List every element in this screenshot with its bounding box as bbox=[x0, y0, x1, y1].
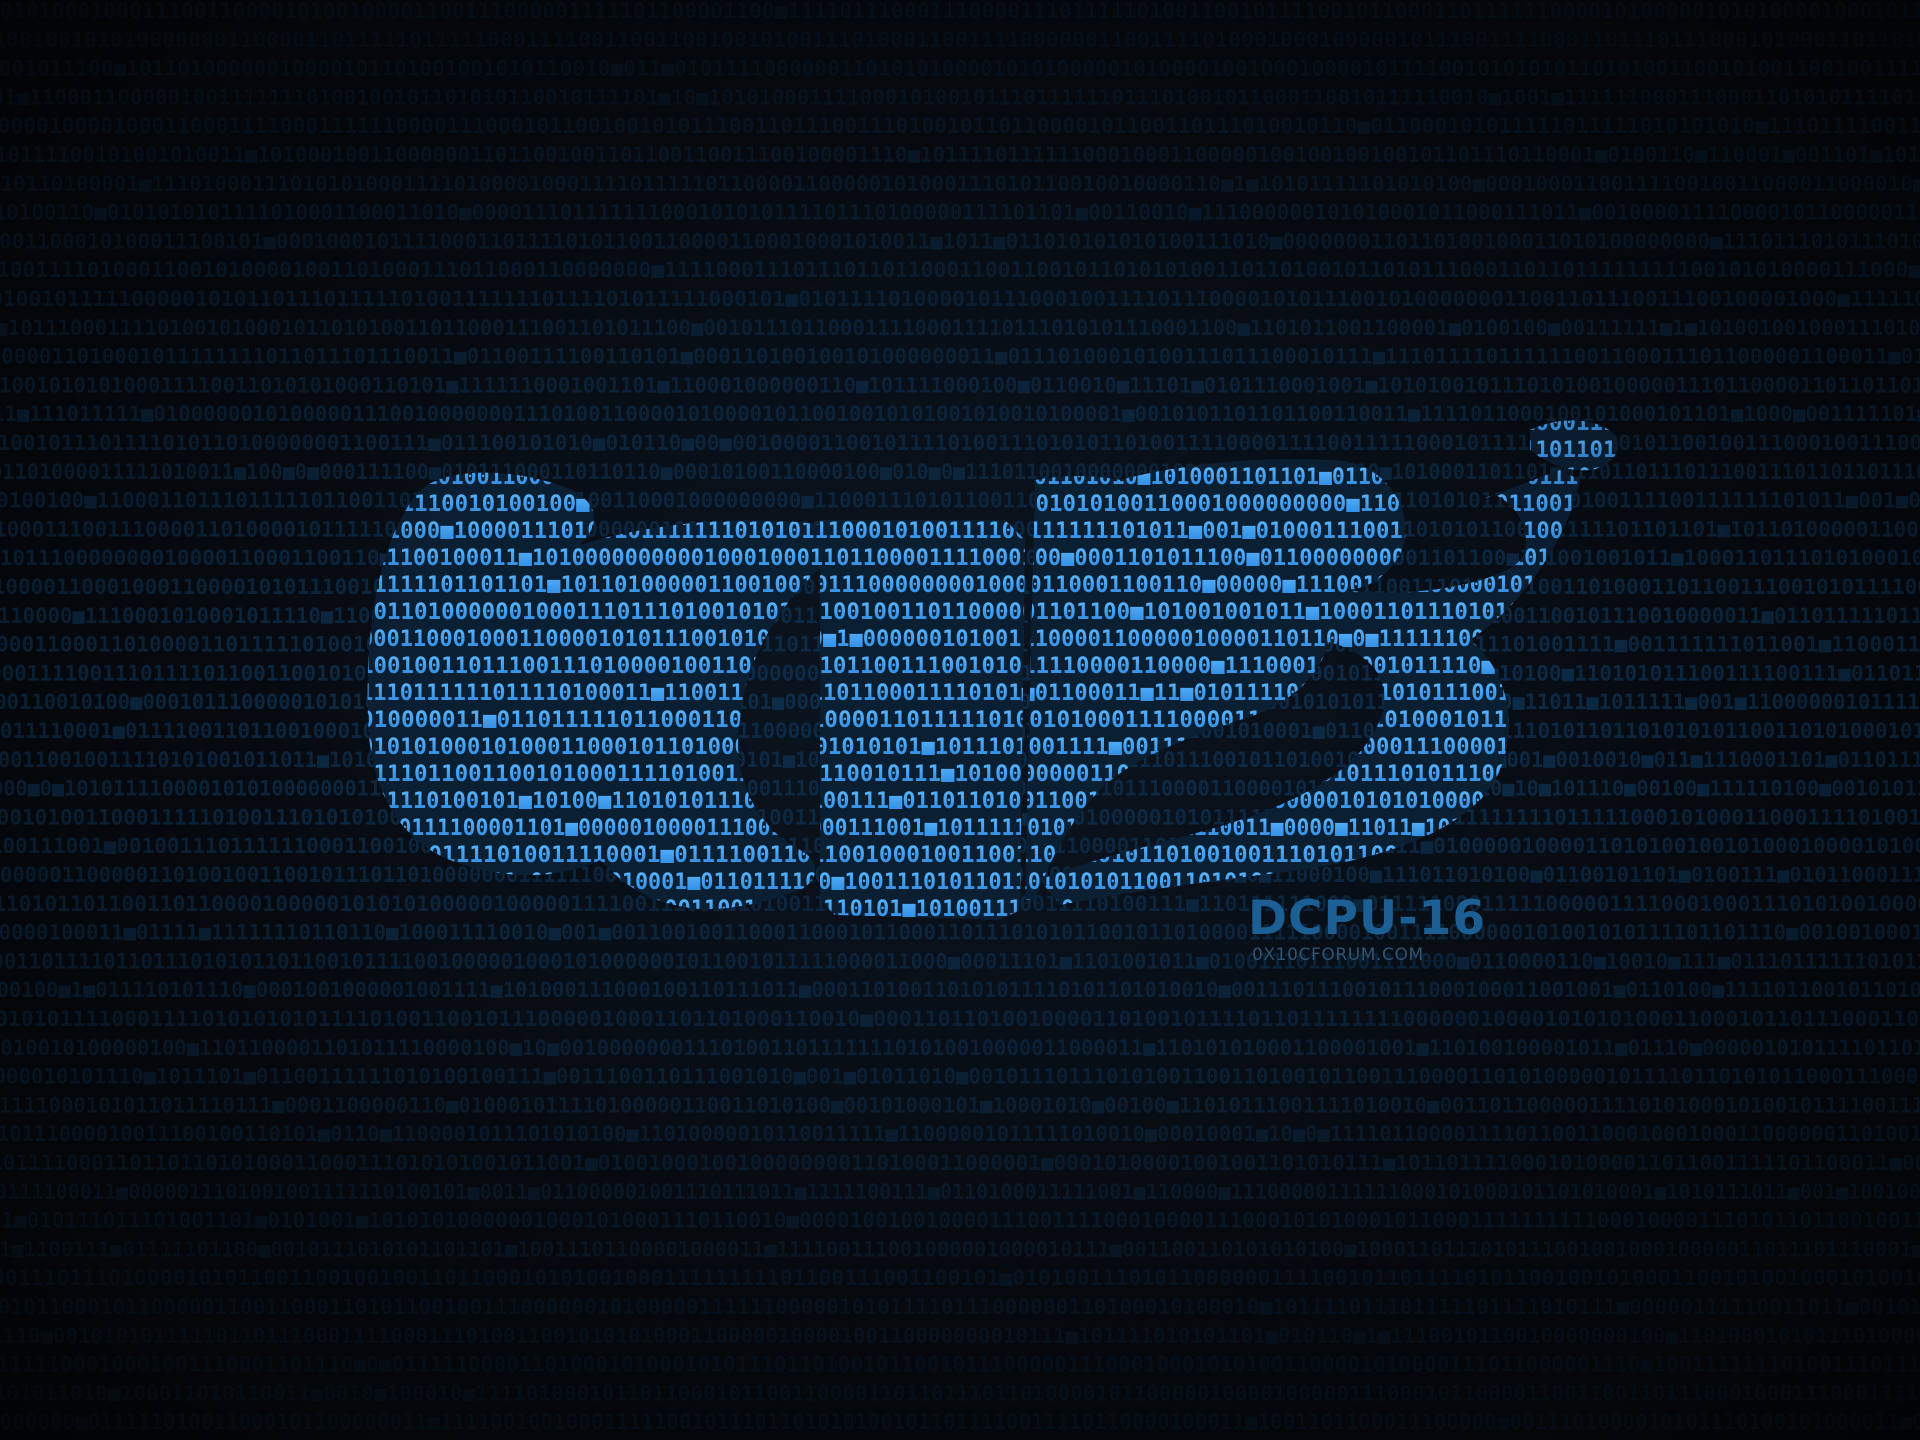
logo-binary-row: 00001010011■01010010011000000000111011■0… bbox=[360, 411, 1630, 436]
wallpaper: 0101000100011100110000101001000011001110… bbox=[0, 0, 1920, 1440]
logo-binary-row: 1101110010100100■11000110111011111011001… bbox=[360, 492, 1630, 517]
logo-caption: DCPU-16 0X10CFORUM.COM bbox=[1248, 894, 1548, 966]
logo-binary-row: 01111101101101■1011010000011001001011100… bbox=[360, 573, 1630, 598]
logo-binary-row: 0■00010100110000100■010■0■11101100100000… bbox=[360, 465, 1630, 490]
logo-binary-row: 0000111100001101■00000100001110010000011… bbox=[360, 816, 1630, 841]
logo-binary-row: 1011010000001000111011101001010101100100… bbox=[360, 600, 1630, 625]
logo-binary-row: 0101010001010001100010110100011000010101… bbox=[360, 735, 1630, 760]
logo-binary-row: 1110111111011110100011■11001110000110110… bbox=[360, 681, 1630, 706]
caption-title: DCPU-16 bbox=[1248, 891, 1487, 946]
caption-site: 0X10CFORUM.COM bbox=[1252, 945, 1424, 965]
logo-binary-row: 010000011■011011111011000110001101000011… bbox=[360, 708, 1630, 733]
logo-binary-row: 00011000100011000010101110010100000■1■00… bbox=[360, 627, 1630, 652]
logo-binary-row: 0000101111010011110001■01111001101100100… bbox=[360, 843, 1630, 868]
logo-binary-row: 111100100011■101000000000010001000110110… bbox=[360, 546, 1630, 571]
logo-binary-row: 1001001101110011101000010011010001101100… bbox=[360, 654, 1630, 679]
logo-binary-row: 101000■100001110100101111111010101110001… bbox=[360, 519, 1630, 544]
logo-binary-row: 111101100110010100011110100111001■110010… bbox=[360, 762, 1630, 787]
logo-0x10c: 00001010011■01010010011000000000111011■0… bbox=[360, 411, 1630, 920]
logo-binary-row: 00001001011010100101■10■0110101010000101… bbox=[360, 438, 1630, 463]
logo-binary-row: 101110100101■10100■110101011100111100111… bbox=[360, 789, 1630, 814]
